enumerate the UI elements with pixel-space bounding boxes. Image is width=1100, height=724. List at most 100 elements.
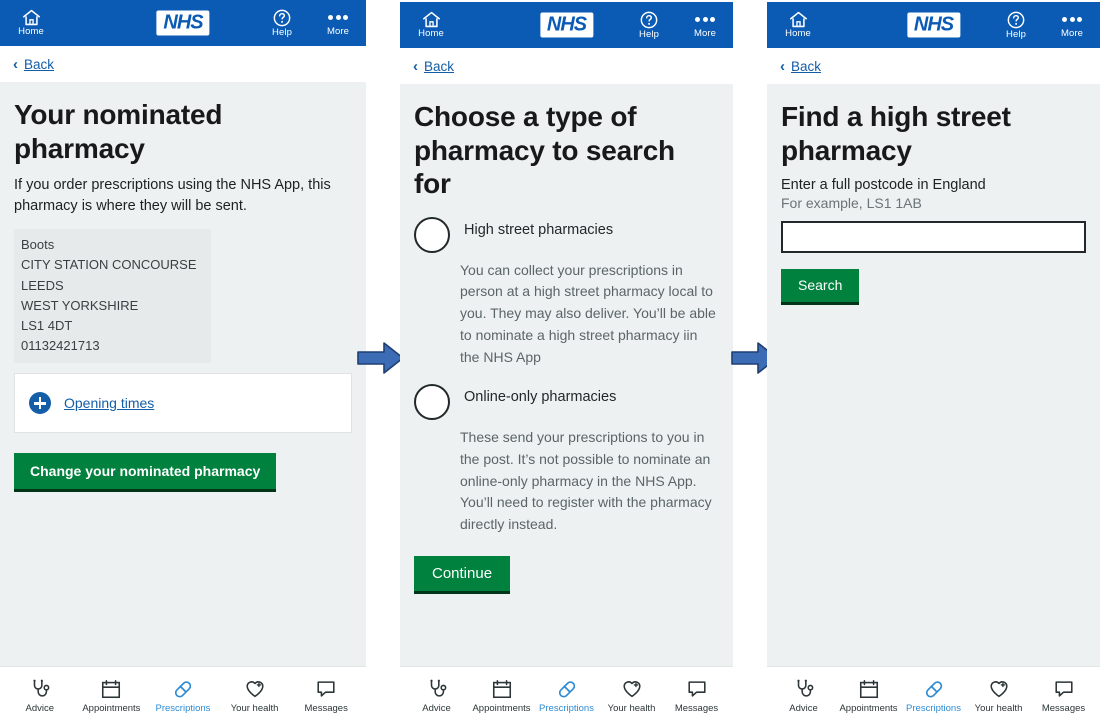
search-button[interactable]: Search (781, 269, 860, 305)
speech-bubble-icon (686, 678, 708, 700)
header-more-button[interactable]: More (1050, 11, 1094, 39)
nav-item-appointments[interactable]: Appointments (76, 678, 148, 714)
nav-item-your-health[interactable]: Your health (599, 678, 664, 714)
home-icon (789, 11, 808, 28)
header-help-label: Help (272, 26, 292, 38)
nav-item-advice[interactable]: Advice (4, 678, 76, 714)
nav-item-advice[interactable]: Advice (404, 678, 469, 714)
header-more-button[interactable]: More (683, 11, 727, 39)
radio-button-unselected[interactable] (414, 384, 450, 421)
radio-hint-online-only: These send your prescriptions to you in … (460, 429, 712, 532)
postcode-field-label: Enter a full postcode in England (781, 177, 986, 194)
ellipsis-icon (328, 9, 348, 26)
nav-item-advice[interactable]: Advice (771, 678, 836, 714)
screen2-body: Choose a type of pharmacy to search for … (400, 84, 733, 666)
page-title: Your nominated pharmacy (14, 99, 223, 164)
nav-item-messages[interactable]: Messages (664, 678, 729, 714)
address-line: 01132421713 (21, 337, 100, 353)
header-home-button[interactable]: Home (776, 11, 820, 39)
home-icon (422, 11, 441, 28)
screenshot-stage: Home NHS Help More ‹ Back Your nominated… (0, 0, 1100, 724)
pill-icon (172, 678, 194, 700)
radio-button-unselected[interactable] (414, 216, 450, 253)
nav-item-your-health[interactable]: Your health (219, 678, 291, 714)
continue-button[interactable]: Continue (414, 555, 511, 595)
radio-option-online-only[interactable]: Online-only pharmacies (414, 382, 719, 421)
back-link[interactable]: ‹ Back (780, 59, 821, 74)
app-header: Home NHS Help More (400, 2, 733, 48)
back-link[interactable]: ‹ Back (13, 57, 54, 72)
radio-option-high-street[interactable]: High street pharmacies (414, 215, 719, 253)
back-bar: ‹ Back (0, 46, 366, 82)
nav-item-messages[interactable]: Messages (1031, 678, 1096, 714)
change-nominated-pharmacy-button[interactable]: Change your nominated pharmacy (14, 453, 277, 493)
nav-item-appointments[interactable]: Appointments (836, 678, 901, 714)
nav-item-prescriptions[interactable]: Prescriptions (901, 678, 966, 714)
nav-item-prescriptions[interactable]: Prescriptions (147, 678, 219, 714)
back-bar: ‹ Back (767, 48, 1100, 84)
radio-label-online-only: Online-only pharmacies (464, 389, 617, 406)
pill-icon (556, 678, 578, 700)
heart-plus-icon (244, 678, 266, 700)
header-help-button[interactable]: Help (994, 11, 1038, 40)
address-line: LEEDS (21, 277, 64, 293)
nhs-logo: NHS (156, 10, 210, 36)
nav-item-appointments[interactable]: Appointments (469, 678, 534, 714)
screen-nominated-pharmacy: Home NHS Help More ‹ Back Your nominated… (0, 0, 366, 724)
back-label: Back (424, 58, 455, 74)
pharmacy-address-block: Boots CITY STATION CONCOURSE LEEDS WEST … (14, 229, 211, 364)
nav-item-your-health[interactable]: Your health (966, 678, 1031, 714)
postcode-field-hint: For example, LS1 1AB (781, 195, 922, 212)
header-help-button[interactable]: Help (627, 11, 671, 40)
address-line: LS1 4DT (21, 317, 73, 333)
nav-label-prescriptions: Prescriptions (539, 702, 594, 714)
header-more-label: More (1060, 28, 1084, 40)
screen3-body: Find a high street pharmacy Enter a full… (767, 84, 1100, 666)
header-actions: Help More (994, 2, 1094, 48)
nav-label-your-health: Your health (230, 702, 279, 714)
back-label: Back (24, 56, 55, 72)
ellipsis-icon (695, 11, 715, 28)
app-header: Home NHS Help More (767, 2, 1100, 48)
ellipsis-icon (1062, 11, 1082, 28)
postcode-input[interactable] (781, 221, 1086, 254)
speech-bubble-icon (315, 678, 337, 700)
nav-label-appointments: Appointments (472, 702, 531, 714)
back-bar: ‹ Back (400, 48, 733, 84)
header-home-button[interactable]: Home (9, 9, 53, 37)
chevron-left-icon: ‹ (780, 57, 785, 75)
header-actions: Help More (260, 0, 360, 46)
nav-label-appointments: Appointments (839, 702, 898, 714)
header-actions: Help More (627, 2, 727, 48)
question-circle-icon (640, 11, 658, 29)
chevron-left-icon: ‹ (13, 55, 18, 73)
speech-bubble-icon (1053, 678, 1075, 700)
header-home-button[interactable]: Home (409, 11, 453, 39)
address-line: WEST YORKSHIRE (21, 297, 139, 313)
heart-plus-icon (621, 678, 643, 700)
header-more-label: More (693, 28, 717, 40)
question-circle-icon (273, 9, 291, 27)
chevron-left-icon: ‹ (413, 57, 418, 75)
nav-item-prescriptions[interactable]: Prescriptions (534, 678, 599, 714)
address-line: Boots (21, 237, 55, 253)
nav-label-advice: Advice (25, 702, 55, 714)
screen-choose-pharmacy-type: Home NHS Help More ‹ Back Choose a type … (400, 2, 733, 724)
opening-times-link[interactable]: Opening times (64, 395, 154, 411)
bottom-nav: Advice Appointments Prescriptions Your h… (767, 666, 1100, 724)
pill-icon (923, 678, 945, 700)
bottom-nav: Advice Appointments Prescriptions Your h… (400, 666, 733, 724)
back-link[interactable]: ‹ Back (413, 59, 454, 74)
header-more-button[interactable]: More (316, 9, 360, 37)
nav-label-advice: Advice (422, 702, 451, 714)
page-description: If you order prescriptions using the NHS… (14, 177, 331, 215)
calendar-icon (858, 678, 880, 700)
nav-item-messages[interactable]: Messages (290, 678, 362, 714)
header-help-button[interactable]: Help (260, 9, 304, 38)
opening-times-expander[interactable]: Opening times (14, 373, 352, 434)
question-circle-icon (1007, 11, 1025, 29)
header-help-label: Help (1006, 28, 1026, 40)
calendar-icon (491, 678, 513, 700)
calendar-icon (100, 678, 122, 700)
radio-hint-high-street: You can collect your prescriptions in pe… (460, 261, 716, 365)
